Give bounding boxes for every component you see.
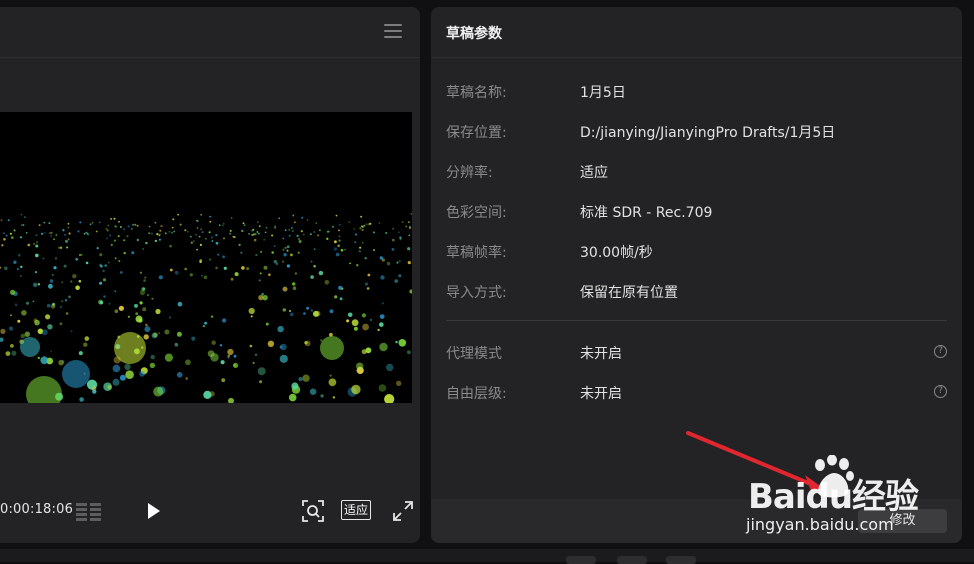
row-frame-rate: 草稿帧率: 30.00帧/秒 xyxy=(446,242,947,262)
row-resolution: 分辨率: 适应 xyxy=(446,162,947,182)
params-header: 草稿参数 xyxy=(431,7,962,58)
toolbar-tab[interactable] xyxy=(666,556,696,564)
play-icon[interactable] xyxy=(143,500,163,522)
row-import-method: 导入方式: 保留在原有位置 xyxy=(446,282,947,302)
params-title: 草稿参数 xyxy=(446,26,502,42)
row-value: 未开启 xyxy=(580,386,622,402)
help-icon[interactable]: ? xyxy=(934,345,947,358)
row-save-location: 保存位置: D:/jianying/JianyingPro Drafts/1月5… xyxy=(446,122,947,142)
particle-field-image xyxy=(0,212,412,403)
row-label: 导入方式: xyxy=(446,285,507,301)
row-label: 草稿名称: xyxy=(446,85,507,101)
row-label: 代理模式 xyxy=(446,346,502,362)
row-label: 色彩空间: xyxy=(446,205,507,221)
baidu-watermark: Baidu经验 jingyan.baidu.com xyxy=(746,455,926,545)
watermark-brand: Baidu经验 xyxy=(748,477,919,517)
row-label: 分辨率: xyxy=(446,165,493,181)
menu-icon[interactable] xyxy=(384,24,402,38)
fullscreen-icon[interactable] xyxy=(393,501,413,521)
row-proxy-mode: 代理模式 未开启 ? xyxy=(446,343,947,363)
row-value: 标准 SDR - Rec.709 xyxy=(580,205,713,221)
divider xyxy=(446,320,947,321)
toolbar-tab[interactable] xyxy=(617,556,647,564)
row-color-space: 色彩空间: 标准 SDR - Rec.709 xyxy=(446,202,947,222)
toolbar-tab[interactable] xyxy=(566,556,596,564)
row-label: 草稿帧率: xyxy=(446,245,507,261)
fit-ratio-button[interactable]: 适应 xyxy=(341,500,372,520)
row-value: D:/jianying/JianyingPro Drafts/1月5日 xyxy=(580,125,836,141)
player-header xyxy=(0,7,420,58)
zoom-icon[interactable] xyxy=(302,500,324,522)
row-free-layer: 自由层级: 未开启 ? xyxy=(446,383,947,403)
row-label: 保存位置: xyxy=(446,125,507,141)
grid-icon[interactable] xyxy=(76,503,102,521)
row-value: 1月5日 xyxy=(580,85,626,101)
row-value: 30.00帧/秒 xyxy=(580,245,653,261)
row-value: 未开启 xyxy=(580,346,622,362)
player-panel: 0:00:18:06 适应 xyxy=(0,7,420,543)
watermark-site: jingyan.baidu.com xyxy=(746,515,894,534)
player-controls: 0:00:18:06 适应 xyxy=(0,493,420,529)
row-label: 自由层级: xyxy=(446,386,507,402)
help-icon[interactable]: ? xyxy=(934,385,947,398)
timeline-toolbar-strip xyxy=(0,549,974,564)
timecode: 0:00:18:06 xyxy=(0,502,74,517)
row-draft-name: 草稿名称: 1月5日 xyxy=(446,82,947,102)
video-preview[interactable] xyxy=(0,112,412,403)
row-value: 保留在原有位置 xyxy=(580,285,678,301)
row-value: 适应 xyxy=(580,165,608,181)
